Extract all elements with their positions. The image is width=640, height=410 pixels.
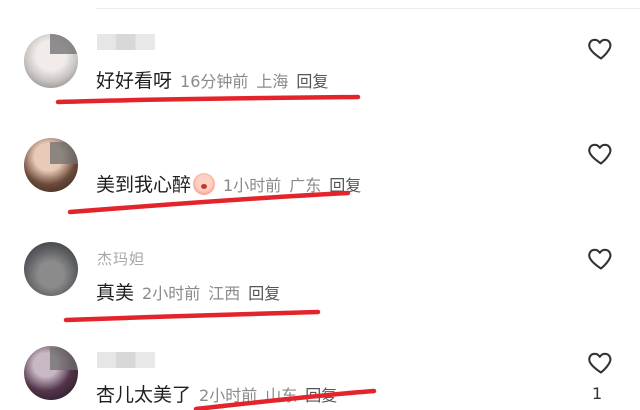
underline-mark [63, 309, 321, 323]
red-underline-annotations [55, 94, 377, 410]
underline-mark [193, 388, 377, 410]
underline-mark [67, 190, 351, 215]
underline-mark [55, 94, 361, 105]
